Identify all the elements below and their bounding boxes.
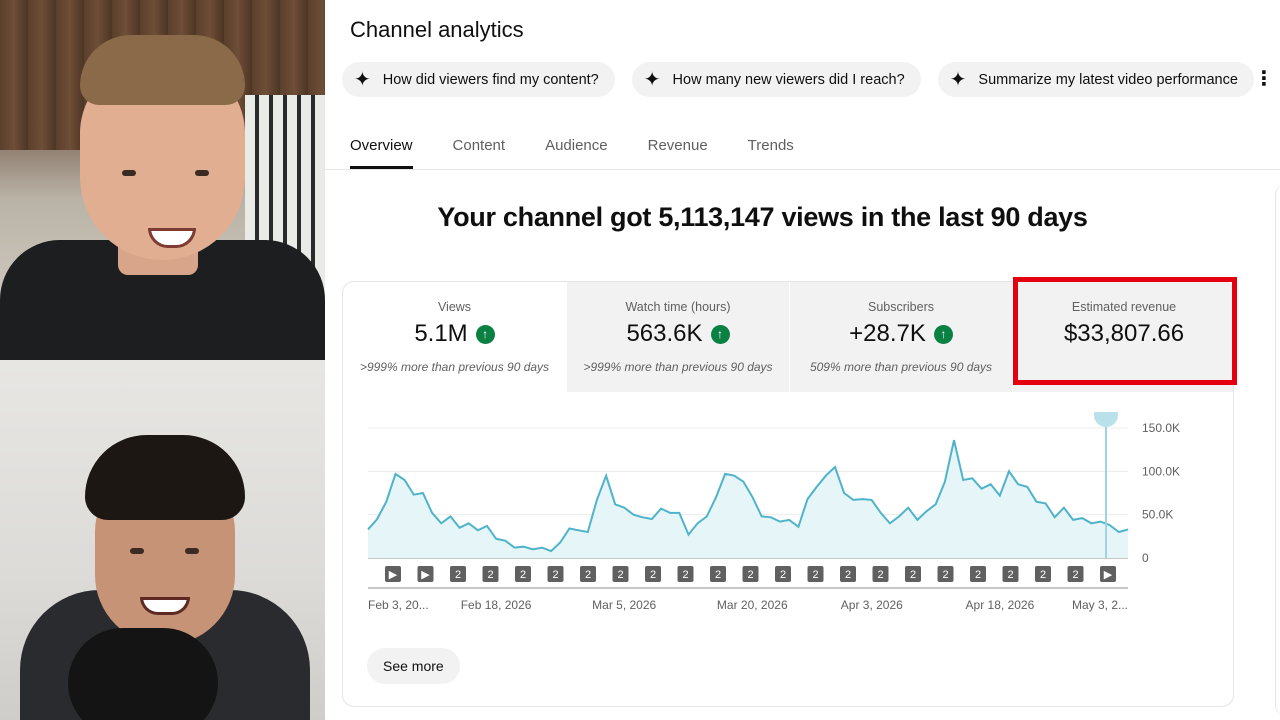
video-count-label: 2 bbox=[975, 569, 981, 581]
video-count-label: 2 bbox=[585, 569, 591, 581]
graduation-cap-icon bbox=[1094, 412, 1118, 427]
play-icon: ▶ bbox=[1104, 569, 1113, 581]
arrow-up-icon: ↑ bbox=[710, 324, 730, 344]
arrow-up-icon: ↑ bbox=[933, 324, 953, 344]
video-count-label: 2 bbox=[942, 569, 948, 581]
metric-value: 563.6K bbox=[626, 320, 703, 347]
x-tick-label: Mar 5, 2026 bbox=[592, 598, 656, 612]
y-tick-label: 50.0K bbox=[1142, 508, 1173, 522]
suggestion-label: Summarize my latest video performance bbox=[978, 71, 1238, 88]
video-count-label: 2 bbox=[1072, 569, 1078, 581]
x-tick-label: Feb 3, 20... bbox=[368, 598, 429, 612]
video-count-label: 2 bbox=[455, 569, 461, 581]
eye bbox=[130, 548, 144, 554]
hair bbox=[80, 35, 245, 105]
video-count-label: 2 bbox=[812, 569, 818, 581]
eye bbox=[185, 548, 199, 554]
sparkle-icon: ✦ bbox=[643, 68, 661, 91]
series-area bbox=[368, 440, 1128, 558]
play-icon: ▶ bbox=[421, 569, 430, 581]
video-count-label: 2 bbox=[715, 569, 721, 581]
video-count-label: 2 bbox=[780, 569, 786, 581]
page-title: Channel analytics bbox=[350, 17, 524, 42]
metric-watch-time[interactable]: Watch time (hours) 563.6K ↑ >999% more t… bbox=[566, 282, 789, 392]
x-tick-label: Apr 18, 2026 bbox=[966, 598, 1035, 612]
eye bbox=[122, 170, 136, 176]
metric-compare: >999% more than previous 90 days bbox=[583, 360, 773, 374]
analytics-pane: Channel analytics ✦ How did viewers find… bbox=[325, 0, 1280, 720]
suggestion-label: How did viewers find my content? bbox=[382, 71, 599, 88]
metric-compare: 509% more than previous 90 days bbox=[809, 360, 993, 374]
metric-label: Watch time (hours) bbox=[625, 300, 731, 314]
views-chart: 150.0K 100.0K 50.0K 0 ▶ ▶ 2 2 2 2 2 2 2 2 2 2 2 2 2 2 2 2 2 2 2 2… bbox=[367, 412, 1180, 612]
metric-compare: >999% more than previous 90 days bbox=[359, 360, 550, 374]
metric-label: Subscribers bbox=[868, 300, 934, 314]
suggestion-chip[interactable]: ✦ How did viewers find my content? bbox=[342, 62, 615, 97]
tab-trends[interactable]: Trends bbox=[748, 135, 794, 170]
metric-views[interactable]: Views 5.1M ↑ >999% more than previous 90… bbox=[343, 282, 566, 392]
video-count-label: 2 bbox=[877, 569, 883, 581]
metric-subscribers[interactable]: Subscribers +28.7K ↑ 509% more than prev… bbox=[789, 282, 1012, 392]
video-count-label: 2 bbox=[617, 569, 623, 581]
tab-audience[interactable]: Audience bbox=[545, 135, 608, 170]
y-tick-label: 100.0K bbox=[1142, 464, 1180, 478]
metric-label: Views bbox=[437, 300, 472, 314]
video-count-label: 2 bbox=[1040, 569, 1046, 581]
highlight-box bbox=[1013, 277, 1237, 385]
headline: Your channel got 5,113,147 views in the … bbox=[325, 202, 1280, 233]
x-tick-label: Apr 3, 2026 bbox=[841, 598, 903, 612]
tab-revenue[interactable]: Revenue bbox=[648, 135, 708, 170]
tab-content[interactable]: Content bbox=[453, 135, 506, 170]
video-count-label: 2 bbox=[650, 569, 656, 581]
x-tick-label: Mar 20, 2026 bbox=[717, 598, 788, 612]
microphone bbox=[68, 628, 218, 720]
metric-value: 5.1M bbox=[414, 320, 468, 347]
eye bbox=[195, 170, 209, 176]
webcam-feed-top bbox=[0, 0, 325, 360]
x-tick-label: May 3, 2... bbox=[1072, 598, 1128, 612]
video-count-label: 2 bbox=[520, 569, 526, 581]
see-more-button[interactable]: See more bbox=[367, 648, 460, 684]
suggestion-chip[interactable]: ✦ Summarize my latest video performance bbox=[937, 62, 1254, 97]
suggestion-chips: ✦ How did viewers find my content? ✦ How… bbox=[342, 62, 1254, 97]
tabs-divider bbox=[325, 169, 1280, 170]
y-tick-label: 150.0K bbox=[1142, 421, 1180, 435]
analytics-tabs: Overview Content Audience Revenue Trends bbox=[350, 135, 794, 170]
suggestion-label: How many new viewers did I reach? bbox=[672, 71, 905, 88]
metric-value-row: 563.6K ↑ bbox=[567, 320, 789, 348]
sparkle-icon: ✦ bbox=[949, 68, 967, 91]
tab-overview[interactable]: Overview bbox=[350, 135, 413, 170]
metric-value: +28.7K bbox=[849, 320, 926, 347]
video-count-label: 2 bbox=[552, 569, 558, 581]
video-count-label: 2 bbox=[487, 569, 493, 581]
hair bbox=[85, 435, 245, 520]
more-vert-icon[interactable]: ⋮ bbox=[1254, 66, 1274, 91]
video-count-label: 2 bbox=[1007, 569, 1013, 581]
headline-text: Your channel got 5,113,147 views in the … bbox=[437, 202, 1088, 232]
metric-value-row: +28.7K ↑ bbox=[790, 320, 1012, 348]
play-icon: ▶ bbox=[389, 569, 398, 581]
x-tick-label: Feb 18, 2026 bbox=[461, 598, 532, 612]
video-count-label: 2 bbox=[910, 569, 916, 581]
video-count-label: 2 bbox=[682, 569, 688, 581]
video-count-label: 2 bbox=[747, 569, 753, 581]
video-count-label: 2 bbox=[845, 569, 851, 581]
suggestion-chip[interactable]: ✦ How many new viewers did I reach? bbox=[631, 62, 921, 97]
arrow-up-icon: ↑ bbox=[475, 324, 495, 344]
y-tick-label: 0 bbox=[1142, 551, 1149, 565]
side-card-edge bbox=[1275, 185, 1280, 715]
metric-value-row: 5.1M ↑ bbox=[343, 320, 566, 348]
sparkle-icon: ✦ bbox=[354, 68, 371, 91]
